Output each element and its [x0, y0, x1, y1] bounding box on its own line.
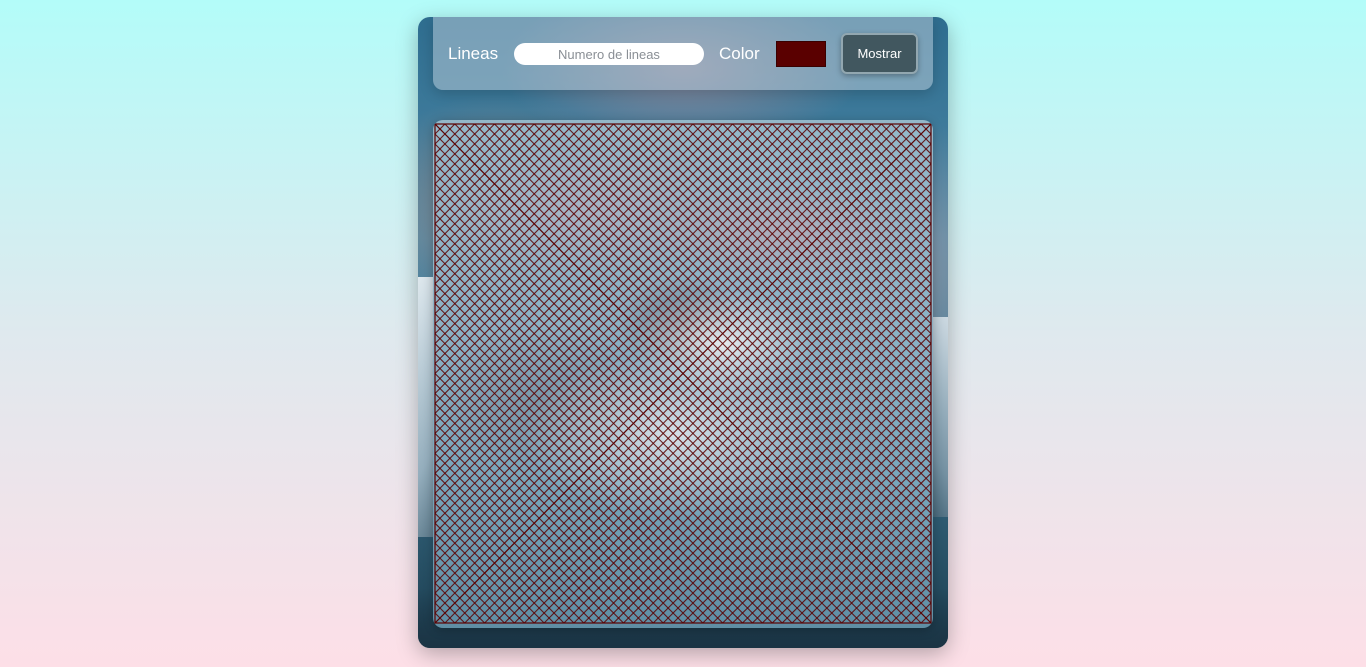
- app-card: Lineas Color Mostrar: [418, 17, 948, 648]
- string-art-drawing: [434, 123, 932, 624]
- drawing-canvas[interactable]: [433, 120, 933, 628]
- lines-count-input[interactable]: [514, 43, 704, 65]
- string-lines: [434, 123, 932, 624]
- color-label: Color: [719, 44, 760, 63]
- controls-toolbar: Lineas Color Mostrar: [433, 17, 933, 90]
- lines-label: Lineas: [448, 44, 499, 63]
- color-picker[interactable]: [776, 41, 826, 67]
- show-button[interactable]: Mostrar: [841, 33, 918, 74]
